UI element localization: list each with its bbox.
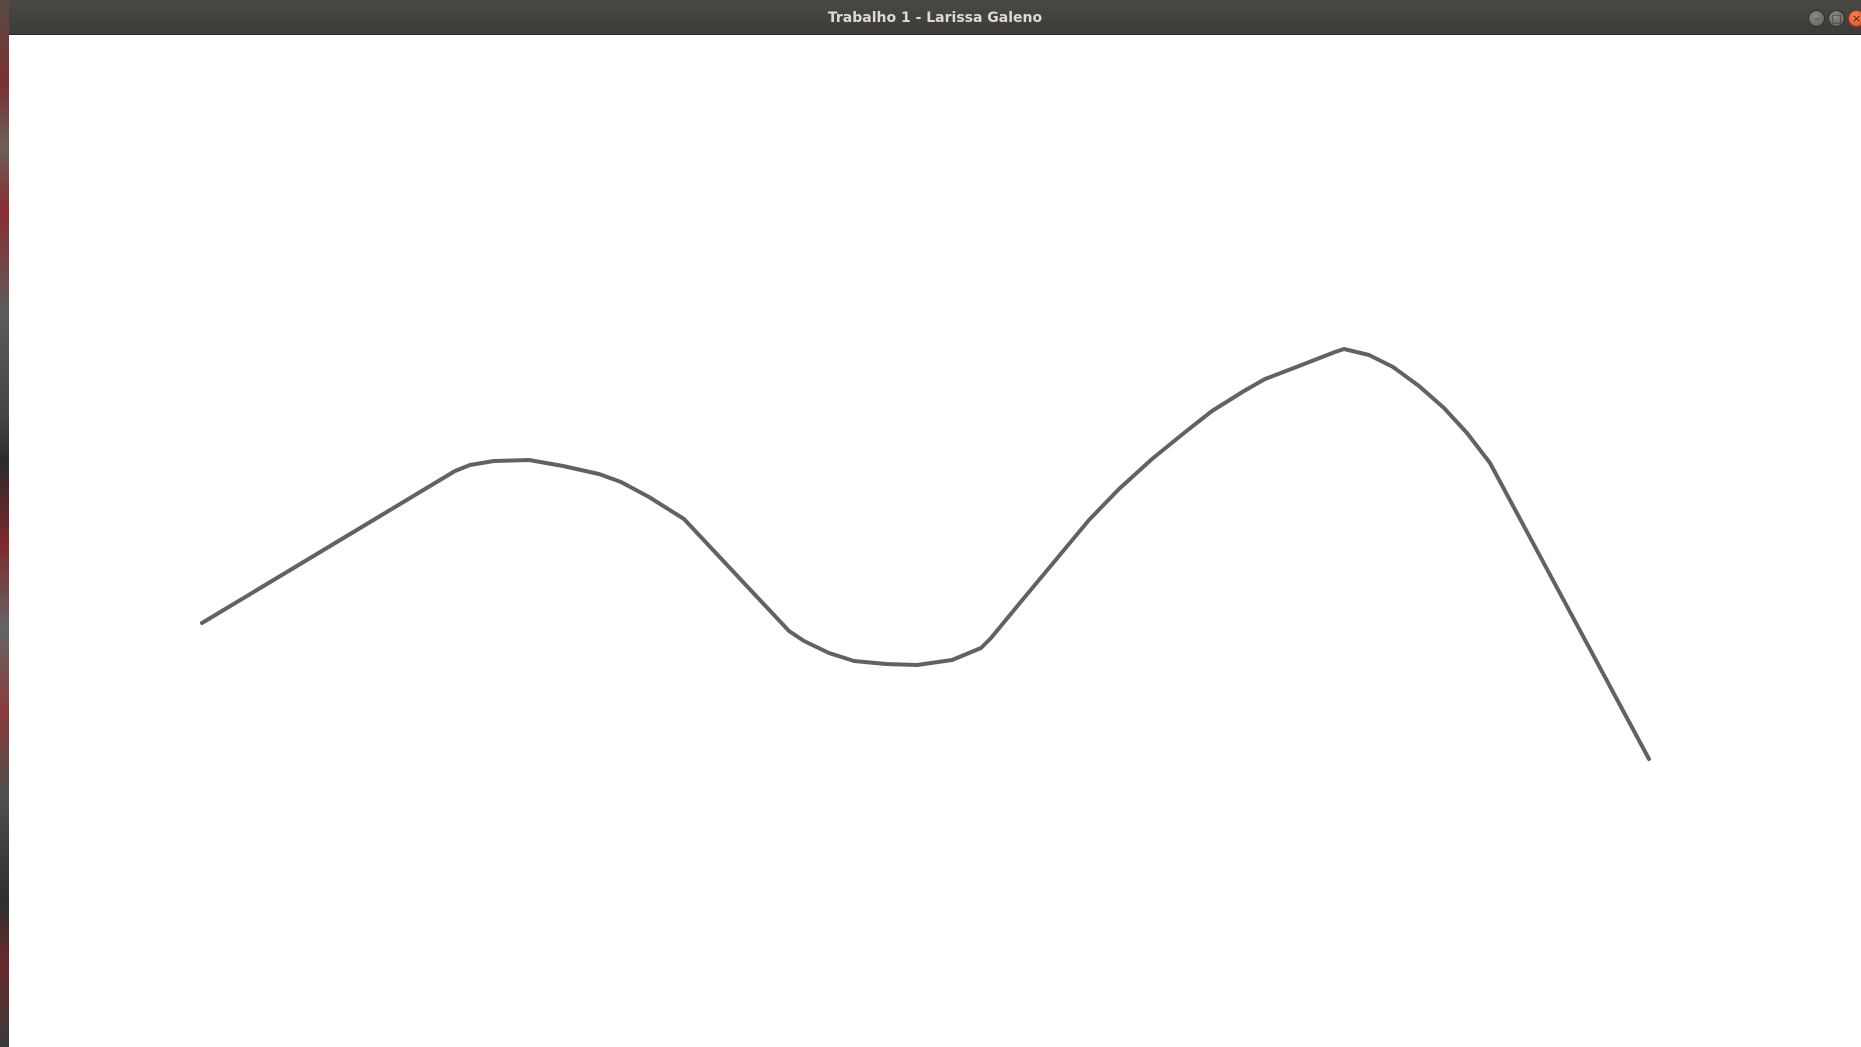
close-button[interactable]: × bbox=[1848, 10, 1861, 27]
minimize-button[interactable]: – bbox=[1808, 10, 1825, 27]
curve-drawing bbox=[200, 347, 1651, 761]
drawn-curve bbox=[200, 347, 1651, 761]
minimize-icon: – bbox=[1813, 12, 1820, 25]
app-window: Trabalho 1 - Larissa Galeno – □ × bbox=[9, 0, 1861, 1047]
desktop-background-edge bbox=[0, 0, 9, 1047]
maximize-button[interactable]: □ bbox=[1828, 10, 1845, 27]
maximize-icon: □ bbox=[1831, 12, 1842, 25]
window-controls: – □ × bbox=[1808, 10, 1861, 28]
window-titlebar[interactable]: Trabalho 1 - Larissa Galeno – □ × bbox=[9, 0, 1861, 35]
drawing-canvas[interactable] bbox=[9, 35, 1861, 1047]
close-icon: × bbox=[1851, 12, 1861, 25]
window-title: Trabalho 1 - Larissa Galeno bbox=[827, 10, 1043, 26]
